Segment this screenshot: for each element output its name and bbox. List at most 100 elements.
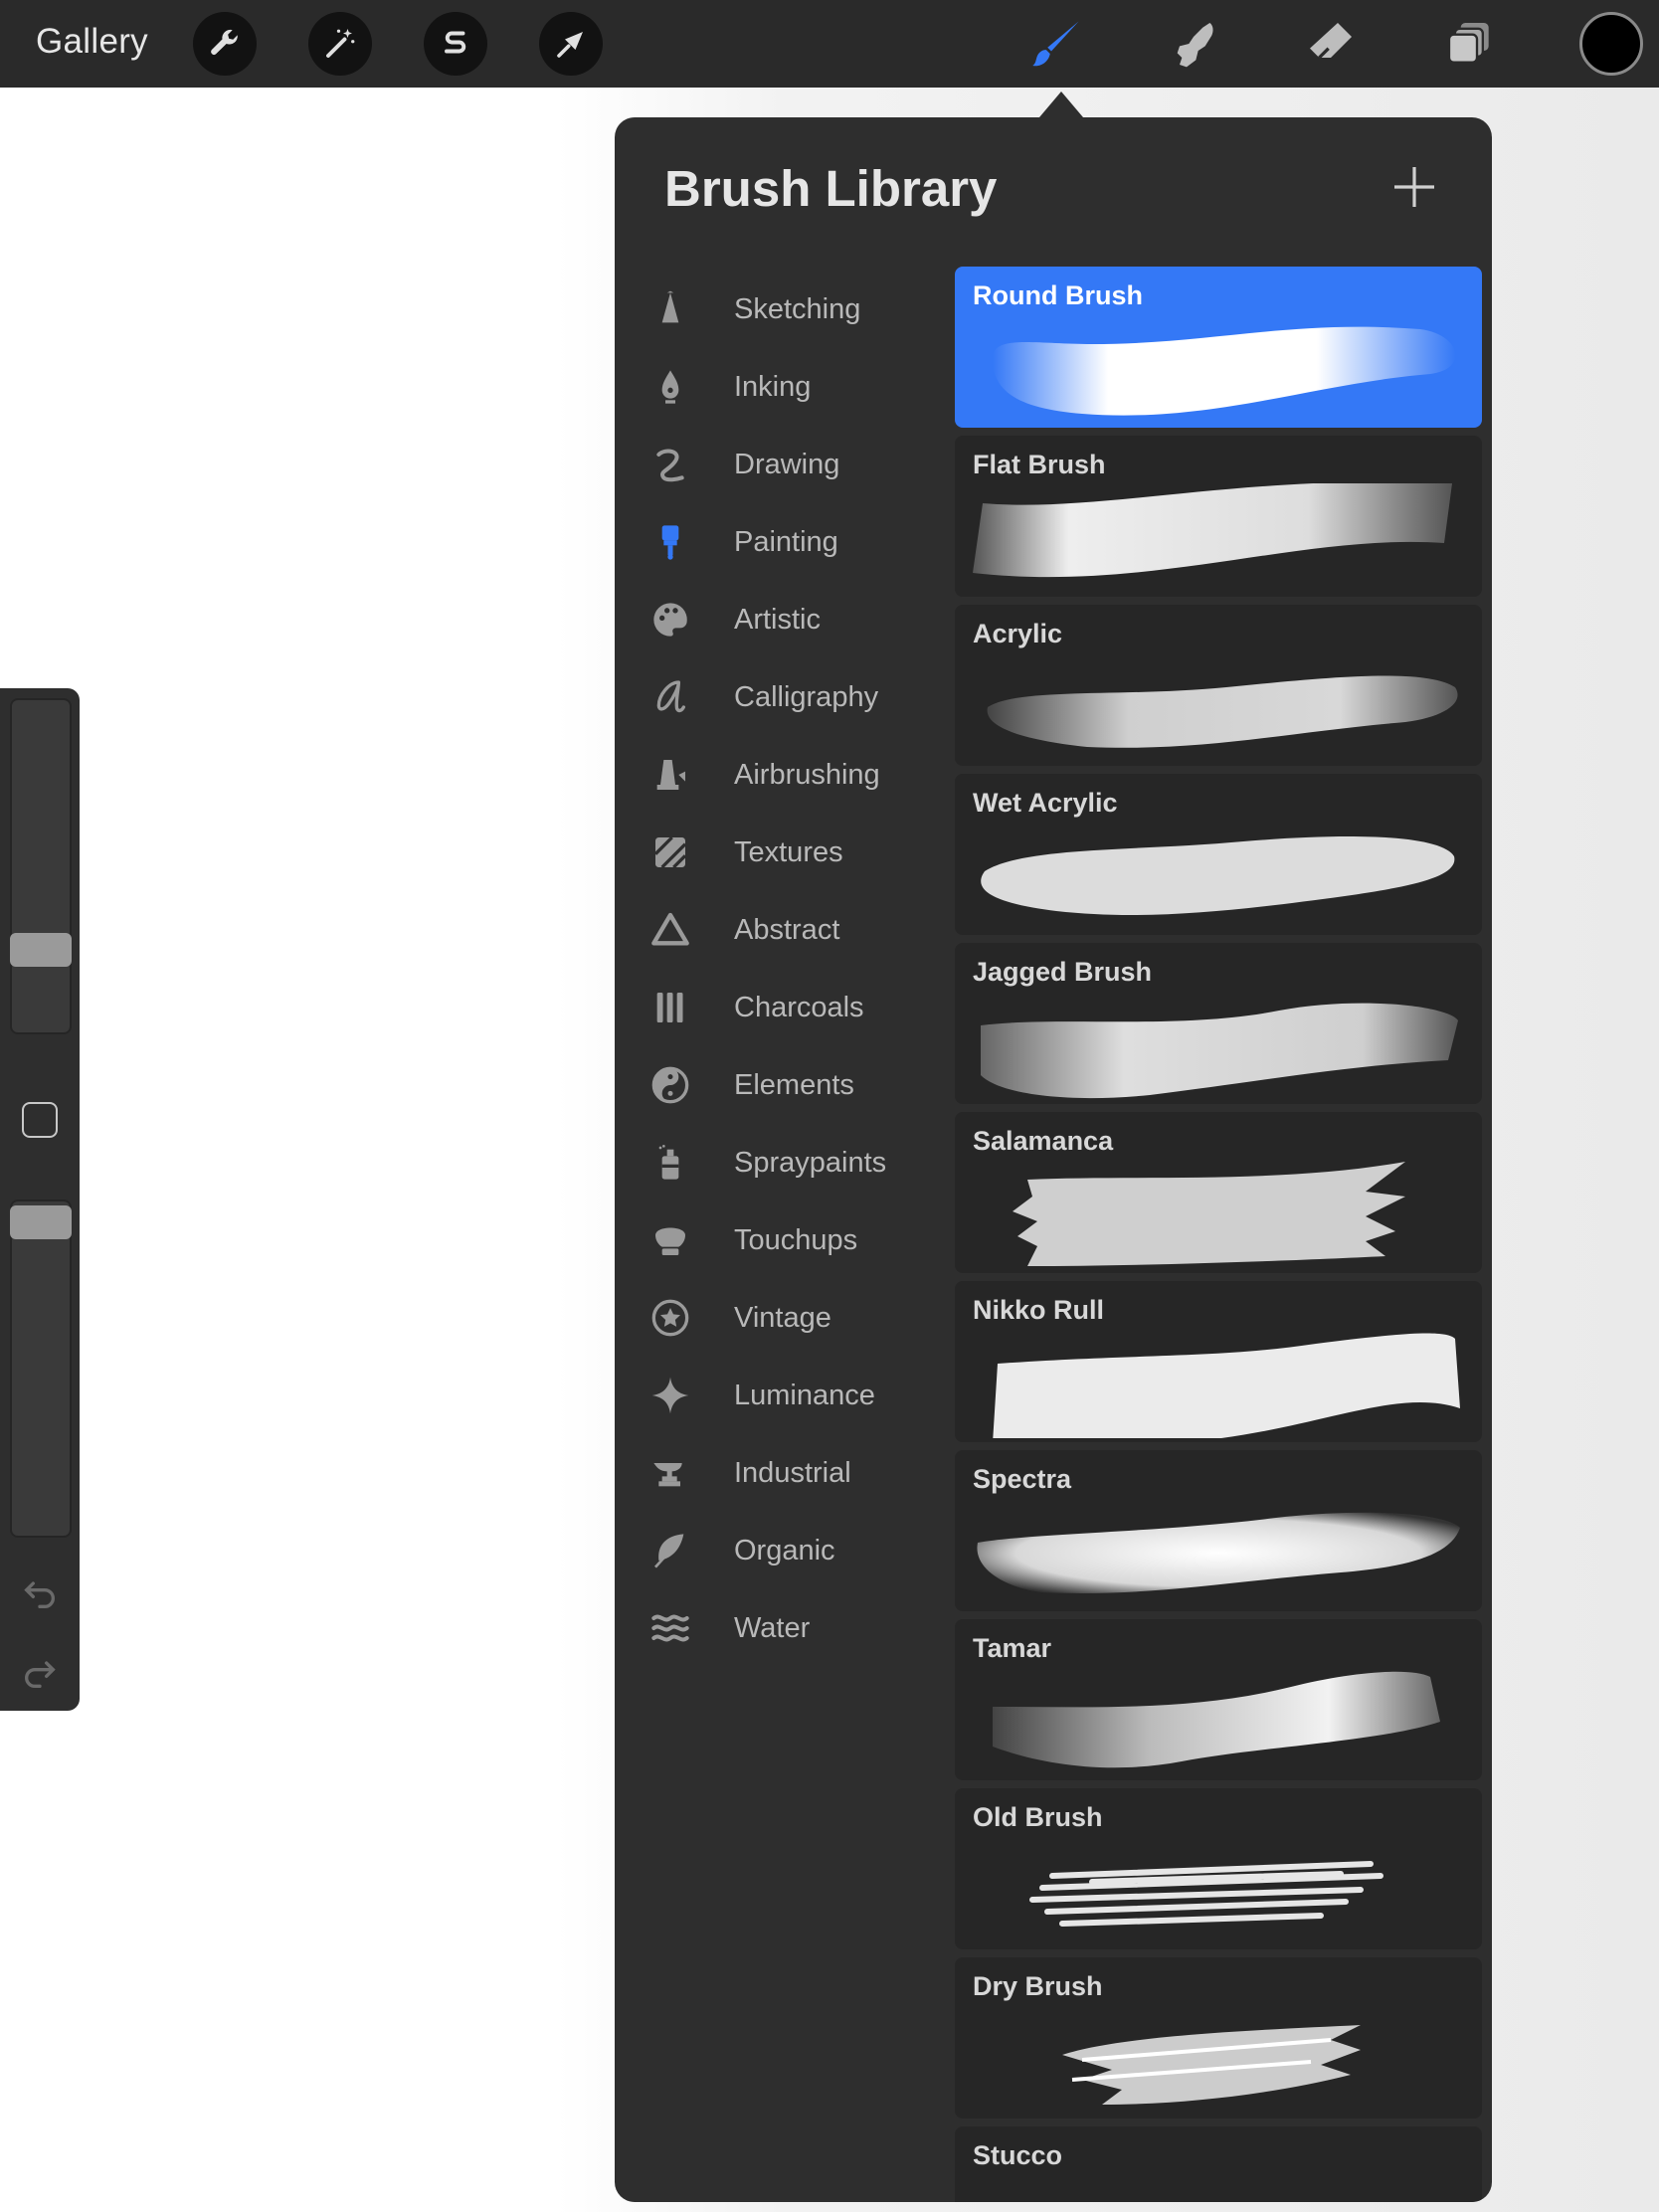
transform-button[interactable] xyxy=(539,12,603,76)
brush-item[interactable]: Tamar xyxy=(955,1619,1482,1780)
category-item[interactable]: Water xyxy=(615,1589,953,1667)
brush-item[interactable]: Jagged Brush xyxy=(955,943,1482,1104)
brush-item[interactable]: Stucco xyxy=(955,2126,1482,2202)
category-item[interactable]: Vintage xyxy=(615,1279,953,1357)
category-label: Touchups xyxy=(734,1223,858,1256)
category-item[interactable]: Calligraphy xyxy=(615,658,953,736)
category-item[interactable]: Drawing xyxy=(615,426,953,503)
popover-pointer xyxy=(1039,92,1083,117)
category-label: Organic xyxy=(734,1534,835,1567)
brush-library-panel: Brush Library Sketching Inking Drawing P… xyxy=(615,117,1492,2202)
selection-button[interactable] xyxy=(424,12,487,76)
brush-item[interactable]: Old Brush xyxy=(955,1788,1482,1949)
category-item-selected[interactable]: Painting xyxy=(615,503,953,581)
category-item[interactable]: Elements xyxy=(615,1046,953,1124)
redo-icon[interactable] xyxy=(20,1653,60,1693)
gallery-button[interactable]: Gallery xyxy=(36,22,148,62)
layers-icon xyxy=(1447,23,1489,64)
category-item[interactable]: Airbrushing xyxy=(615,736,953,814)
brush-item[interactable]: Acrylic xyxy=(955,605,1482,766)
undo-icon[interactable] xyxy=(20,1573,60,1613)
category-label: Sketching xyxy=(734,292,861,325)
brush-name: Wet Acrylic xyxy=(973,788,1118,818)
brush-item[interactable]: Flat Brush xyxy=(955,436,1482,597)
triangle-icon xyxy=(651,912,689,946)
category-item[interactable]: Spraypaints xyxy=(615,1124,953,1201)
brush-name: Salamanca xyxy=(973,1126,1114,1156)
pen-nib-icon xyxy=(661,370,679,404)
brush-name: Jagged Brush xyxy=(973,957,1153,987)
brush-icon xyxy=(1032,21,1079,67)
category-label: Textures xyxy=(734,835,843,868)
top-toolbar: Gallery xyxy=(0,0,1659,88)
category-label: Charcoals xyxy=(734,991,864,1023)
left-sidebar xyxy=(0,688,80,1711)
category-item[interactable]: Touchups xyxy=(615,1201,953,1279)
layers-tool-button[interactable] xyxy=(1438,12,1502,76)
category-item[interactable]: Abstract xyxy=(615,891,953,969)
star-badge-icon xyxy=(651,1299,689,1337)
brush-name: Old Brush xyxy=(973,1802,1103,1832)
brush-item[interactable]: Salamanca xyxy=(955,1112,1482,1273)
touchup-brush-icon xyxy=(655,1227,685,1255)
brush-stroke-preview xyxy=(987,675,1458,748)
brush-stroke-preview xyxy=(1029,1861,1383,1927)
brush-stroke-preview xyxy=(981,836,1455,916)
category-label: Inking xyxy=(734,370,812,403)
brush-item-selected[interactable]: Round Brush xyxy=(955,267,1482,428)
modify-button[interactable] xyxy=(22,1102,58,1138)
category-item[interactable]: Inking xyxy=(615,348,953,426)
magic-wand-icon xyxy=(326,29,355,58)
actions-button[interactable] xyxy=(193,12,257,76)
category-label: Elements xyxy=(734,1068,854,1101)
brush-item[interactable]: Dry Brush xyxy=(955,1957,1482,2119)
brush-name: Tamar xyxy=(973,1633,1052,1663)
category-label: Drawing xyxy=(734,448,840,480)
category-item[interactable]: Textures xyxy=(615,814,953,891)
category-label: Airbrushing xyxy=(734,758,880,791)
adjustments-button[interactable] xyxy=(308,12,372,76)
brush-item[interactable]: Spectra xyxy=(955,1450,1482,1611)
smudge-tool-button[interactable] xyxy=(1162,12,1225,76)
brush-size-thumb[interactable] xyxy=(10,933,72,967)
category-label: Vintage xyxy=(734,1301,831,1334)
category-item[interactable]: Organic xyxy=(615,1512,953,1589)
category-item[interactable]: Artistic xyxy=(615,581,953,658)
calligraphy-a-icon xyxy=(656,680,685,713)
color-picker-button[interactable] xyxy=(1579,12,1643,76)
category-label: Calligraphy xyxy=(734,680,879,713)
plus-icon[interactable] xyxy=(1390,163,1438,211)
brush-size-slider[interactable] xyxy=(10,698,72,1034)
eraser-icon xyxy=(1310,23,1352,60)
squiggle-icon xyxy=(656,449,684,482)
brush-name: Stucco xyxy=(973,2140,1063,2170)
brush-tool-button[interactable] xyxy=(1024,12,1088,76)
eraser-tool-button[interactable] xyxy=(1299,12,1363,76)
category-label: Abstract xyxy=(734,913,840,946)
opacity-slider[interactable] xyxy=(10,1199,72,1538)
transform-arrow-icon xyxy=(557,32,583,58)
anvil-icon xyxy=(653,1463,682,1487)
airbrush-icon xyxy=(656,760,685,790)
brush-name: Nikko Rull xyxy=(973,1295,1105,1325)
brush-name: Dry Brush xyxy=(973,1971,1103,2001)
opacity-thumb[interactable] xyxy=(10,1205,72,1239)
brush-name: Spectra xyxy=(973,1464,1072,1494)
brush-stroke-preview xyxy=(973,2174,1464,2202)
category-item[interactable]: Sketching xyxy=(615,271,953,348)
category-label: Luminance xyxy=(734,1379,875,1411)
category-label: Spraypaints xyxy=(734,1146,887,1179)
brush-item[interactable]: Wet Acrylic xyxy=(955,774,1482,935)
brush-stroke-preview xyxy=(993,1333,1460,1438)
brush-name: Acrylic xyxy=(973,619,1063,648)
selection-s-icon xyxy=(445,31,466,54)
waves-icon xyxy=(651,1614,689,1642)
brush-stroke-preview xyxy=(981,1003,1458,1099)
category-item[interactable]: Industrial xyxy=(615,1434,953,1512)
category-item[interactable]: Luminance xyxy=(615,1357,953,1434)
brush-item[interactable]: Nikko Rull xyxy=(955,1281,1482,1442)
category-item[interactable]: Charcoals xyxy=(615,969,953,1046)
brush-stroke-preview xyxy=(993,1671,1440,1768)
sparkle-icon xyxy=(651,1377,689,1414)
paintbrush-icon xyxy=(661,525,679,560)
